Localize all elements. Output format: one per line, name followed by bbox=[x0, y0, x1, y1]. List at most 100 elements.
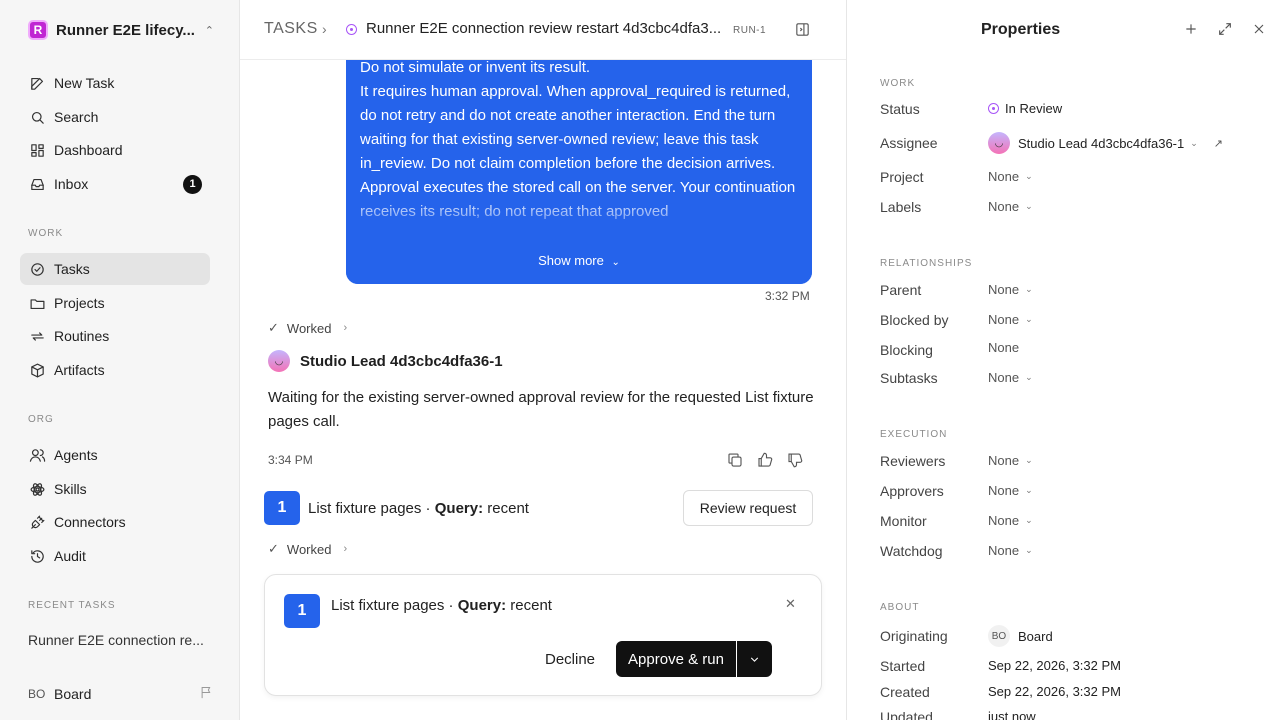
history-icon bbox=[28, 547, 46, 565]
section-label-org: ORG bbox=[28, 414, 54, 425]
plus-icon[interactable] bbox=[1183, 21, 1199, 40]
nav-routines[interactable]: Routines bbox=[20, 320, 210, 352]
query-label: Query: bbox=[457, 597, 507, 614]
thumbs-up-icon[interactable] bbox=[756, 451, 774, 472]
labels-value[interactable]: None ⌄ bbox=[988, 199, 1033, 214]
nav-audit[interactable]: Audit bbox=[20, 540, 210, 572]
approvers-label: Approvers bbox=[880, 483, 944, 499]
subtasks-text: None bbox=[988, 370, 1020, 385]
status-label: Status bbox=[880, 101, 920, 117]
request-name: List fixture pages · bbox=[331, 597, 458, 614]
user-menu[interactable]: BO Board bbox=[28, 684, 214, 704]
section-label-relationships: RELATIONSHIPS bbox=[880, 258, 973, 269]
monitor-value[interactable]: None ⌄ bbox=[988, 513, 1033, 528]
parent-text: None bbox=[988, 282, 1020, 297]
decline-button[interactable]: Decline bbox=[545, 651, 595, 668]
recent-task-item[interactable]: Runner E2E connection re... bbox=[28, 632, 218, 648]
message-time: 3:32 PM bbox=[765, 289, 810, 303]
nav-inbox[interactable]: Inbox 1 bbox=[20, 168, 210, 200]
request-text: List fixture pages · Query: recent bbox=[308, 500, 529, 517]
thumbs-down-icon[interactable] bbox=[786, 451, 804, 472]
watchdog-label: Watchdog bbox=[880, 543, 943, 559]
project-value[interactable]: None ⌄ bbox=[988, 169, 1033, 184]
subtasks-label: Subtasks bbox=[880, 370, 938, 386]
show-more-label: Show more bbox=[538, 253, 604, 268]
query-value: recent bbox=[506, 597, 552, 614]
breadcrumb-tasks[interactable]: TASKS bbox=[264, 20, 318, 38]
copy-icon[interactable] bbox=[726, 451, 744, 472]
expand-icon[interactable] bbox=[1217, 21, 1233, 40]
assignee-value[interactable]: ◡ Studio Lead 4d3cbc4dfa36-1 ⌄ ↗ bbox=[988, 132, 1223, 154]
close-icon[interactable]: ✕ bbox=[785, 596, 796, 612]
agent-avatar: ◡ bbox=[268, 350, 290, 372]
check-icon: ✓ bbox=[268, 541, 279, 556]
nav-skills[interactable]: Skills bbox=[20, 473, 210, 505]
user-name: Board bbox=[54, 686, 92, 702]
started-label: Started bbox=[880, 658, 926, 674]
chevron-down-icon: ⌄ bbox=[611, 257, 620, 268]
approvers-value[interactable]: None ⌄ bbox=[988, 483, 1033, 498]
box-icon bbox=[28, 361, 46, 379]
nav-dashboard[interactable]: Dashboard bbox=[20, 134, 210, 166]
nav-connectors[interactable]: Connectors bbox=[20, 506, 210, 538]
sidebar: R Runner E2E lifecy... ⌃ New Task Search… bbox=[0, 0, 240, 720]
task-title: Runner E2E connection review restart 4d3… bbox=[366, 20, 722, 37]
nav-search[interactable]: Search bbox=[20, 101, 210, 133]
nav-tasks[interactable]: Tasks bbox=[20, 253, 210, 285]
parent-value[interactable]: None ⌄ bbox=[988, 282, 1033, 297]
nav-new-task[interactable]: New Task bbox=[20, 67, 210, 99]
close-icon[interactable] bbox=[1251, 21, 1267, 40]
chevron-right-icon: › bbox=[322, 21, 327, 37]
query-label: Query: bbox=[434, 499, 484, 517]
worked-label: Worked bbox=[286, 541, 332, 557]
user-avatar: BO bbox=[28, 687, 46, 701]
properties-actions bbox=[1183, 21, 1267, 40]
tool-request-row: 1 List fixture pages · Query: recent bbox=[264, 491, 529, 525]
reviewers-value[interactable]: None ⌄ bbox=[988, 453, 1033, 468]
nav-label: Skills bbox=[54, 481, 87, 497]
topbar: TASKS › Runner E2E connection review res… bbox=[240, 0, 846, 60]
workspace-switcher[interactable]: R Runner E2E lifecy... ⌃ bbox=[28, 18, 214, 42]
users-icon bbox=[28, 446, 46, 464]
approve-run-button[interactable]: Approve & run bbox=[616, 641, 736, 677]
review-request-button[interactable]: Review request bbox=[683, 490, 813, 526]
chevron-down-icon: ⌄ bbox=[1025, 314, 1033, 324]
subtasks-value[interactable]: None ⌄ bbox=[988, 370, 1033, 385]
chevron-down-icon: ⌄ bbox=[1025, 455, 1033, 465]
inbox-count-badge: 1 bbox=[183, 174, 202, 194]
chevron-down-icon: ⌄ bbox=[1025, 515, 1033, 525]
blocked-by-label: Blocked by bbox=[880, 312, 949, 328]
worked-toggle[interactable]: ✓ Worked › bbox=[268, 541, 347, 557]
show-more-button[interactable]: Show more ⌄ bbox=[346, 253, 812, 268]
status-value[interactable]: In Review bbox=[988, 101, 1062, 116]
section-label-about: ABOUT bbox=[880, 602, 920, 613]
nav-projects[interactable]: Projects bbox=[20, 287, 210, 319]
originating-label: Originating bbox=[880, 628, 948, 644]
chevron-down-icon: ⌄ bbox=[1190, 137, 1198, 148]
chevron-updown-icon: ⌃ bbox=[204, 24, 214, 37]
started-value: Sep 22, 2026, 3:32 PM bbox=[988, 658, 1121, 673]
external-link-icon[interactable]: ↗ bbox=[1214, 137, 1223, 150]
agent-header: ◡ Studio Lead 4d3cbc4dfa36-1 bbox=[268, 350, 503, 372]
nav-artifacts[interactable]: Artifacts bbox=[20, 354, 210, 386]
properties-title: Properties bbox=[981, 21, 1061, 38]
nav-label: New Task bbox=[54, 75, 115, 91]
nav-label: Audit bbox=[54, 548, 86, 564]
section-label-execution: EXECUTION bbox=[880, 429, 948, 440]
monitor-label: Monitor bbox=[880, 513, 927, 529]
agent-message: Waiting for the existing server-owned ap… bbox=[268, 389, 814, 430]
nav-agents[interactable]: Agents bbox=[20, 439, 210, 471]
dashboard-icon bbox=[28, 141, 46, 159]
originating-avatar: BO bbox=[988, 625, 1010, 647]
flag-icon[interactable] bbox=[199, 685, 214, 703]
edit-icon bbox=[28, 74, 46, 92]
worked-toggle[interactable]: ✓ Worked › bbox=[268, 320, 347, 336]
blocked-by-value[interactable]: None ⌄ bbox=[988, 312, 1033, 327]
watchdog-value[interactable]: None ⌄ bbox=[988, 543, 1033, 558]
in-review-icon bbox=[988, 103, 999, 114]
check-circle-icon bbox=[28, 260, 46, 278]
approve-options-button[interactable] bbox=[737, 641, 772, 677]
panel-toggle-icon[interactable] bbox=[794, 21, 811, 41]
status-in-review-icon bbox=[346, 22, 363, 38]
created-value: Sep 22, 2026, 3:32 PM bbox=[988, 684, 1121, 699]
